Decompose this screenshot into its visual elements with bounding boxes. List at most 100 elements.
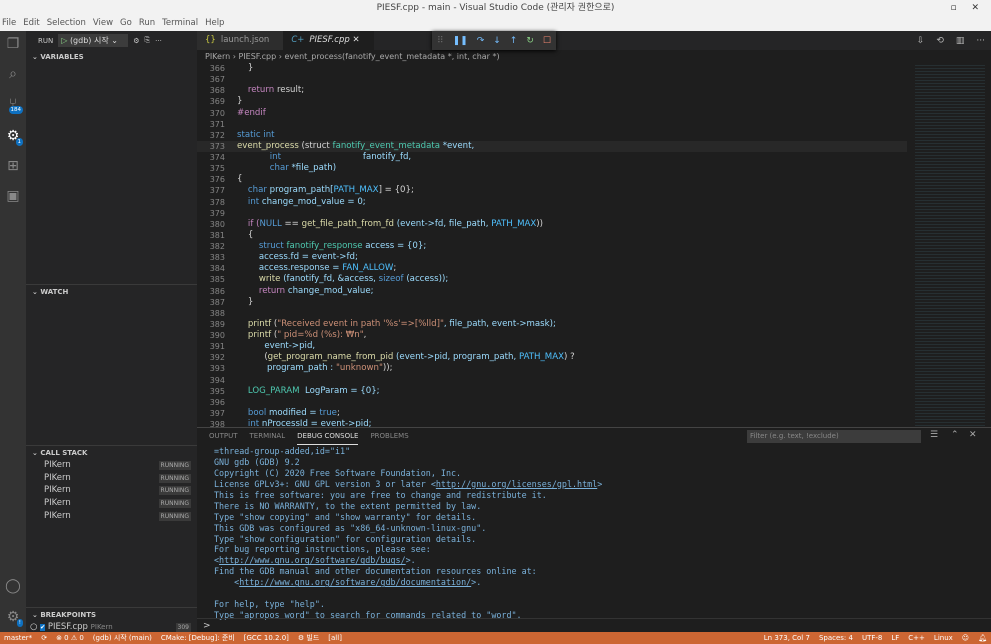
code-line[interactable]: 372 static int (197, 130, 907, 141)
breakpoint-checkbox[interactable]: ✔ (40, 624, 46, 631)
source-control-icon[interactable]: ⑂ 184 (0, 91, 26, 117)
breadcrumb-item[interactable]: event_process(fanotify_event_metadata *,… (285, 52, 500, 61)
remote-explorer-icon[interactable]: ▣ (0, 183, 26, 209)
panel-tab-debug-console[interactable]: DEBUG CONSOLE (297, 428, 359, 445)
step-out-icon[interactable]: ↑ (510, 36, 518, 46)
code-line[interactable]: 390 printf (" pid=%d (%s): ₩n", (197, 330, 907, 341)
restart-icon[interactable]: ↻ (526, 36, 534, 46)
search-icon[interactable]: ⌕ (0, 61, 26, 87)
status-item[interactable]: Spaces: 4 (819, 632, 853, 644)
start-debug-icon[interactable]: ▷ (61, 36, 70, 45)
step-into-icon[interactable]: ↓ (493, 36, 501, 46)
code-line[interactable]: 374 int fanotify_fd, (197, 152, 907, 163)
code-line[interactable]: 394 (197, 375, 907, 386)
console-link[interactable]: http://gnu.org/licenses/gpl.html (436, 479, 597, 489)
feedback-icon[interactable]: ☺ (962, 632, 969, 644)
code-line[interactable]: 389 printf ("Received event in path '%s'… (197, 319, 907, 330)
watch-header[interactable]: ⌄ WATCH (26, 284, 197, 298)
call-stack-thread[interactable]: PIKern RUNNING (26, 472, 197, 485)
panel-tab-problems[interactable]: PROBLEMS (370, 428, 408, 445)
status-item[interactable]: C++ (908, 632, 925, 644)
menu-view[interactable]: View (93, 16, 113, 31)
code-view[interactable]: 366 } 367 368 return result; 369} 370 #endif 3… (197, 63, 907, 430)
pause-icon[interactable]: ❚❚ (453, 36, 468, 46)
variables-header[interactable]: ⌄ VARIABLES (26, 50, 197, 64)
explorer-icon[interactable]: ❐ (0, 31, 26, 57)
call-stack-thread[interactable]: PIKern RUNNING (26, 484, 197, 497)
code-line[interactable]: 386 return change_mod_value; (197, 286, 907, 297)
clear-console-icon[interactable]: ☰ (930, 430, 938, 440)
split-editor-icon[interactable]: ▥ (956, 36, 965, 46)
drag-handle-icon[interactable]: ⠿ (437, 36, 444, 46)
window-controls[interactable]: ▫ ✕ (950, 0, 985, 16)
status-item[interactable]: [GCC 10.2.0] (244, 632, 289, 644)
notifications-icon[interactable]: 🔔︎ (978, 632, 987, 644)
call-stack-header[interactable]: ⌄ CALL STACK (26, 445, 197, 459)
status-item[interactable]: (gdb) 시작 (main) (93, 632, 152, 644)
code-line[interactable]: 366 } (197, 63, 907, 74)
open-changes-icon[interactable]: ⇩ (917, 36, 925, 46)
console-link[interactable]: http://www.gnu.org/software/gdb/bugs/ (219, 555, 406, 565)
code-line[interactable]: 378 int change_mod_value = 0; (197, 197, 907, 208)
more-actions-icon[interactable]: ··· (976, 36, 985, 46)
close-panel-icon[interactable]: ✕ (969, 430, 977, 440)
call-stack-thread[interactable]: PIKern RUNNING (26, 510, 197, 523)
code-line[interactable]: 387 } (197, 297, 907, 308)
settings-gear-icon[interactable]: ⚙! (0, 604, 26, 630)
status-item[interactable]: ⟳ (41, 632, 47, 644)
code-line[interactable]: 369} (197, 96, 907, 107)
code-line[interactable]: 381 { (197, 230, 907, 241)
code-line[interactable]: 368 return result; (197, 85, 907, 96)
code-line[interactable]: 380 if (NULL == get_file_path_from_fd (e… (197, 219, 907, 230)
breadcrumb-item[interactable]: PIESF.cpp (238, 52, 276, 61)
extensions-icon[interactable]: ⊞ (0, 153, 26, 179)
status-item[interactable]: master* (4, 632, 32, 644)
breadcrumb-item[interactable]: PIKern (205, 52, 230, 61)
status-item[interactable]: UTF-8 (862, 632, 882, 644)
minimap[interactable] (915, 63, 985, 427)
code-line[interactable]: 373 event_process (struct fanotify_event_… (197, 140, 907, 152)
status-item[interactable]: Ln 373, Col 7 (764, 632, 810, 644)
launch-config-select[interactable]: ▷ (gdb) 시작 ⌄ (58, 34, 129, 47)
status-item[interactable]: ⊗ 0 ⚠ 0 (56, 632, 84, 644)
menu-selection[interactable]: Selection (47, 16, 86, 31)
code-line[interactable]: 383 access.fd = event->fd; (197, 252, 907, 263)
code-line[interactable]: 385 write (fanotify_fd, &access, sizeof … (197, 274, 907, 285)
code-line[interactable]: 375 char *file_path) (197, 163, 907, 174)
code-line[interactable]: 370 #endif (197, 108, 907, 119)
console-link[interactable]: http://www.gnu.org/software/gdb/document… (239, 577, 471, 587)
terminal-icon[interactable]: ⎘ (145, 36, 151, 45)
console-filter-input[interactable]: Filter (e.g. text, !exclude) (747, 430, 921, 443)
code-line[interactable]: 395 LOG_PARAM LogParam = {0}; (197, 386, 907, 397)
panel-tab-output[interactable]: OUTPUT (209, 428, 238, 445)
account-icon[interactable]: ◯ (0, 573, 26, 599)
maximize-panel-icon[interactable]: ⌃ (951, 430, 959, 440)
code-line[interactable]: 397 bool modified = true; (197, 408, 907, 419)
status-item[interactable]: CMake: [Debug]: 준비 (161, 632, 235, 644)
breakpoints-header[interactable]: ⌄ BREAKPOINTS (26, 607, 197, 621)
more-icon[interactable]: ··· (155, 37, 162, 45)
code-line[interactable]: 379 (197, 208, 907, 219)
code-line[interactable]: 371 (197, 119, 907, 130)
panel-tab-terminal[interactable]: TERMINAL (250, 428, 286, 445)
menu-terminal[interactable]: Terminal (162, 16, 198, 31)
gear-icon[interactable]: ⚙ (133, 37, 139, 45)
stop-icon[interactable]: ☐ (543, 36, 551, 46)
tab-PIESF-cpp[interactable]: C+ PIESF.cpp ✕ (283, 31, 374, 50)
console-input[interactable]: > (197, 618, 991, 633)
code-line[interactable]: 376 { (197, 174, 907, 185)
run-debug-icon[interactable]: ⚙ 1 (0, 123, 26, 149)
close-tab-icon[interactable]: ✕ (350, 35, 359, 45)
status-item[interactable]: Linux (934, 632, 953, 644)
step-over-icon[interactable]: ↷ (477, 36, 485, 46)
call-stack-thread[interactable]: PIKern RUNNING (26, 497, 197, 510)
call-stack-thread[interactable]: PIKern RUNNING (26, 459, 197, 472)
code-line[interactable]: 388 (197, 308, 907, 319)
code-line[interactable]: 392 (get_program_name_from_pid (event->p… (197, 352, 907, 363)
menu-go[interactable]: Go (120, 16, 132, 31)
code-line[interactable]: 384 access.response = FAN_ALLOW; (197, 263, 907, 274)
code-line[interactable]: 367 (197, 74, 907, 85)
compare-icon[interactable]: ⟲ (936, 36, 944, 46)
menu-file[interactable]: File (2, 16, 16, 31)
code-line[interactable]: 396 (197, 397, 907, 408)
